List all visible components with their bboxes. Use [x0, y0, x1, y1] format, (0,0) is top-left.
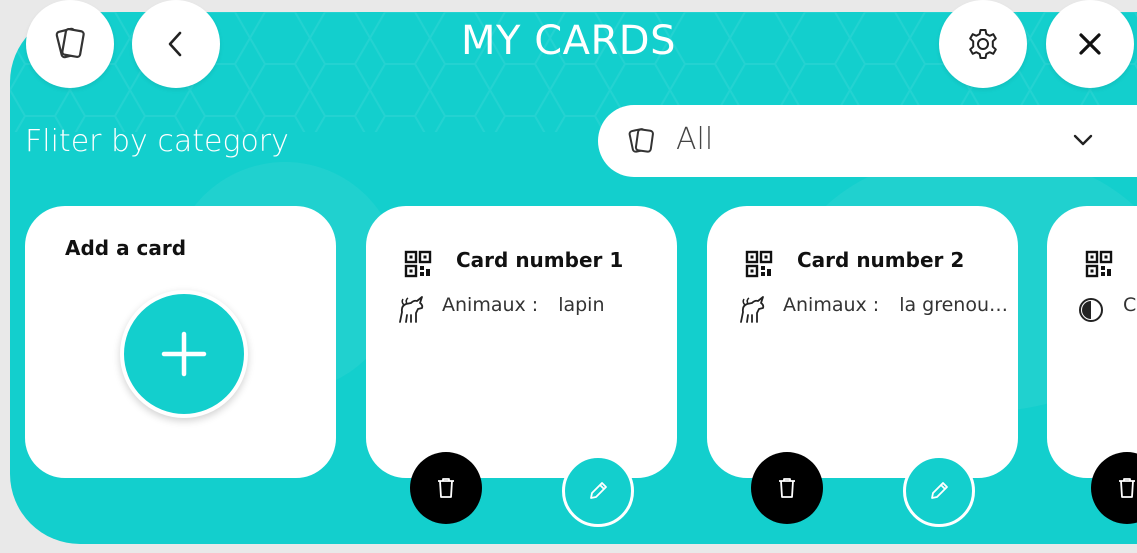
card-item[interactable]: Card number 1 Animaux : lapin — [366, 206, 677, 478]
card-category-value: lapin — [558, 294, 605, 316]
filter-label: Fliter by category — [25, 124, 289, 159]
plus-icon — [161, 331, 207, 377]
edit-card-button[interactable] — [562, 455, 634, 527]
card-item[interactable]: C — [1047, 206, 1137, 478]
trash-icon — [1119, 478, 1135, 498]
gear-icon — [969, 29, 997, 59]
unicorn-icon — [399, 296, 424, 323]
qr-code-icon — [404, 250, 432, 278]
trash-icon — [438, 478, 454, 498]
add-card-tile[interactable]: Add a card — [25, 206, 336, 478]
card-title: Card number 2 — [797, 248, 965, 272]
contrast-icon — [1079, 298, 1103, 322]
card-category-label: Animaux : — [783, 294, 880, 316]
add-card-label: Add a card — [65, 236, 187, 260]
close-button[interactable] — [1046, 0, 1134, 88]
delete-card-button[interactable] — [410, 452, 482, 524]
card-category-value: la grenou… — [899, 294, 1009, 316]
card-category-line: Animaux : la grenou… — [783, 294, 1008, 316]
add-card-button[interactable] — [120, 290, 248, 418]
edit-card-button[interactable] — [903, 455, 975, 527]
chevron-down-icon — [1073, 134, 1093, 146]
qr-code-icon — [745, 250, 773, 278]
delete-card-button[interactable] — [751, 452, 823, 524]
close-icon — [1079, 33, 1101, 55]
unicorn-icon — [740, 296, 765, 323]
dropdown-selected-value: All — [676, 122, 714, 157]
pencil-icon — [590, 482, 607, 499]
trash-icon — [779, 478, 795, 498]
card-title: Card number 1 — [456, 248, 624, 272]
card-item[interactable]: Card number 2 Animaux : la grenou… — [707, 206, 1018, 478]
qr-code-icon — [1085, 250, 1113, 278]
pencil-icon — [931, 482, 948, 499]
card-category-line: Animaux : lapin — [442, 294, 605, 316]
card-category-label: Animaux : — [442, 294, 539, 316]
card-category-label: C — [1123, 294, 1137, 316]
settings-button[interactable] — [939, 0, 1027, 88]
cards-icon — [628, 128, 654, 153]
category-dropdown[interactable]: All — [598, 105, 1137, 177]
